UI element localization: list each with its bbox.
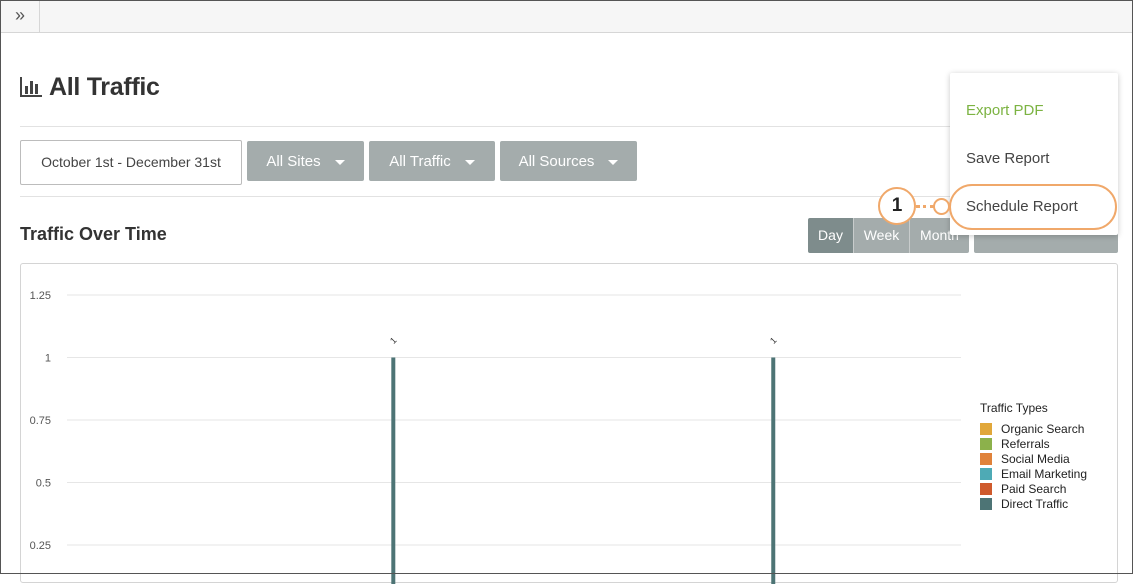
granularity-day-button[interactable]: Day — [808, 218, 853, 253]
data-label: 1 — [388, 335, 399, 346]
legend-label: Direct Traffic — [1001, 497, 1068, 511]
legend-swatch — [980, 468, 992, 480]
legend-label: Email Marketing — [1001, 467, 1087, 481]
chart-bar[interactable] — [391, 358, 395, 584]
legend-swatch — [980, 498, 992, 510]
save-report-menu-item[interactable]: Save Report — [966, 150, 1049, 167]
data-label: 1 — [768, 335, 779, 346]
legend-item[interactable]: Referrals — [980, 436, 1087, 451]
legend-item[interactable]: Direct Traffic — [980, 496, 1087, 511]
legend-swatch — [980, 438, 992, 450]
legend-title: Traffic Types — [980, 401, 1087, 415]
bar-chart-icon — [20, 77, 42, 97]
legend-item[interactable]: Social Media — [980, 451, 1087, 466]
export-pdf-menu-item[interactable]: Export PDF — [966, 102, 1044, 119]
sources-dropdown[interactable]: All Sources — [500, 141, 637, 181]
legend-label: Social Media — [1001, 452, 1070, 466]
top-toolbar: » — [0, 0, 1133, 33]
legend-swatch — [980, 453, 992, 465]
section-title: Traffic Over Time — [20, 224, 167, 245]
chart-panel: 1.25 1 0.75 0.5 0.25 1 1 — [20, 263, 1118, 583]
legend-item[interactable]: Organic Search — [980, 421, 1087, 436]
traffic-dropdown-label: All Traffic — [389, 153, 450, 170]
legend-label: Referrals — [1001, 437, 1050, 451]
y-tick-label: 1 — [45, 353, 51, 365]
double-chevron-right-icon[interactable]: » — [1, 1, 40, 32]
traffic-chart: 1.25 1 0.75 0.5 0.25 1 1 — [21, 264, 1117, 584]
legend-label: Organic Search — [1001, 422, 1084, 436]
caret-down-icon — [465, 160, 475, 165]
callout-highlight — [949, 184, 1117, 230]
divider — [20, 196, 950, 197]
sites-dropdown-label: All Sites — [266, 153, 320, 170]
y-tick-label: 0.5 — [36, 478, 51, 490]
y-tick-label: 0.75 — [30, 415, 51, 427]
callout-badge: 1 — [878, 187, 916, 225]
legend-label: Paid Search — [1001, 482, 1066, 496]
legend-item[interactable]: Paid Search — [980, 481, 1087, 496]
y-tick-label: 1.25 — [30, 290, 51, 302]
legend-swatch — [980, 423, 992, 435]
caret-down-icon — [335, 160, 345, 165]
sites-dropdown[interactable]: All Sites — [247, 141, 364, 181]
traffic-dropdown[interactable]: All Traffic — [369, 141, 495, 181]
legend-item[interactable]: Email Marketing — [980, 466, 1087, 481]
callout-connector — [916, 205, 934, 208]
page-header: All Traffic — [20, 72, 160, 102]
chart-legend: Traffic Types Organic Search Referrals S… — [980, 401, 1087, 511]
y-tick-label: 0.25 — [30, 540, 51, 552]
caret-down-icon — [608, 160, 618, 165]
chart-bar[interactable] — [771, 358, 775, 584]
callout-anchor — [933, 198, 950, 215]
page-title: All Traffic — [49, 73, 160, 102]
legend-swatch — [980, 483, 992, 495]
sources-dropdown-label: All Sources — [519, 153, 595, 170]
date-range-picker[interactable]: October 1st - December 31st — [20, 140, 242, 185]
